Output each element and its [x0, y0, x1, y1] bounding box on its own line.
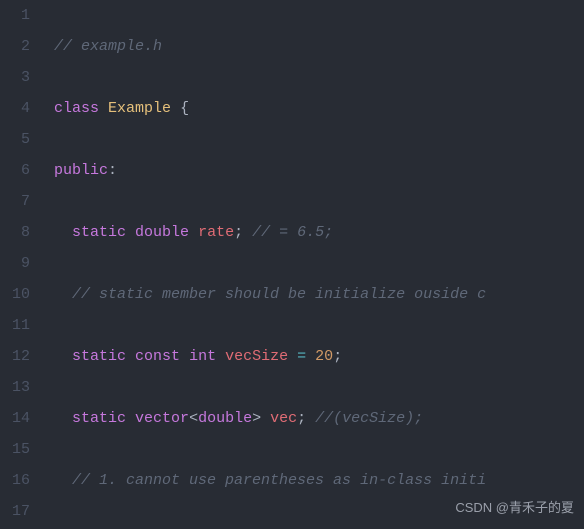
comment-token: // 1. cannot use parentheses as in-class…	[72, 472, 486, 489]
brace-token: {	[180, 100, 189, 117]
type-token: int	[189, 348, 216, 365]
code-line: static const int vecSize = 20;	[54, 341, 584, 372]
keyword-token: static	[72, 410, 126, 427]
keyword-token: public	[54, 162, 108, 179]
code-line: public:	[54, 155, 584, 186]
line-number: 4	[0, 93, 30, 124]
code-editor: 1 2 3 4 5 6 7 8 9 10 11 12 13 14 15 16 1…	[0, 0, 584, 529]
line-number: 8	[0, 217, 30, 248]
line-number-gutter: 1 2 3 4 5 6 7 8 9 10 11 12 13 14 15 16 1…	[0, 0, 40, 529]
line-number: 13	[0, 372, 30, 403]
code-line: // static member should be initialize ou…	[54, 279, 584, 310]
line-number: 7	[0, 186, 30, 217]
line-number: 16	[0, 465, 30, 496]
line-number: 12	[0, 341, 30, 372]
identifier-token: vec	[270, 410, 297, 427]
type-token: vector	[135, 410, 189, 427]
line-number: 1	[0, 0, 30, 31]
keyword-token: class	[54, 100, 99, 117]
keyword-token: static	[72, 348, 126, 365]
operator-token: =	[297, 348, 306, 365]
type-token: double	[198, 410, 252, 427]
keyword-token: const	[135, 348, 180, 365]
line-number: 15	[0, 434, 30, 465]
identifier-token: rate	[198, 224, 234, 241]
line-number: 6	[0, 155, 30, 186]
keyword-token: static	[72, 224, 126, 241]
code-line: static vector<double> vec; //(vecSize);	[54, 403, 584, 434]
comment-token: //(vecSize);	[315, 410, 423, 427]
line-number: 14	[0, 403, 30, 434]
class-token: Example	[108, 100, 171, 117]
line-number: 2	[0, 31, 30, 62]
type-token: double	[135, 224, 189, 241]
code-line: class Example {	[54, 93, 584, 124]
code-area[interactable]: // example.h class Example { public: sta…	[40, 0, 584, 529]
comment-token: // = 6.5;	[252, 224, 333, 241]
identifier-token: vecSize	[225, 348, 288, 365]
code-line: static double rate; // = 6.5;	[54, 217, 584, 248]
line-number: 17	[0, 496, 30, 527]
comment-token: // static member should be initialize ou…	[72, 286, 486, 303]
line-number: 5	[0, 124, 30, 155]
line-number: 3	[0, 62, 30, 93]
line-number: 11	[0, 310, 30, 341]
line-number: 10	[0, 279, 30, 310]
line-number: 9	[0, 248, 30, 279]
number-token: 20	[315, 348, 333, 365]
code-line: // example.h	[54, 31, 584, 62]
watermark-text: CSDN @青禾子的夏	[455, 492, 574, 523]
comment-token: // example.h	[54, 38, 162, 55]
